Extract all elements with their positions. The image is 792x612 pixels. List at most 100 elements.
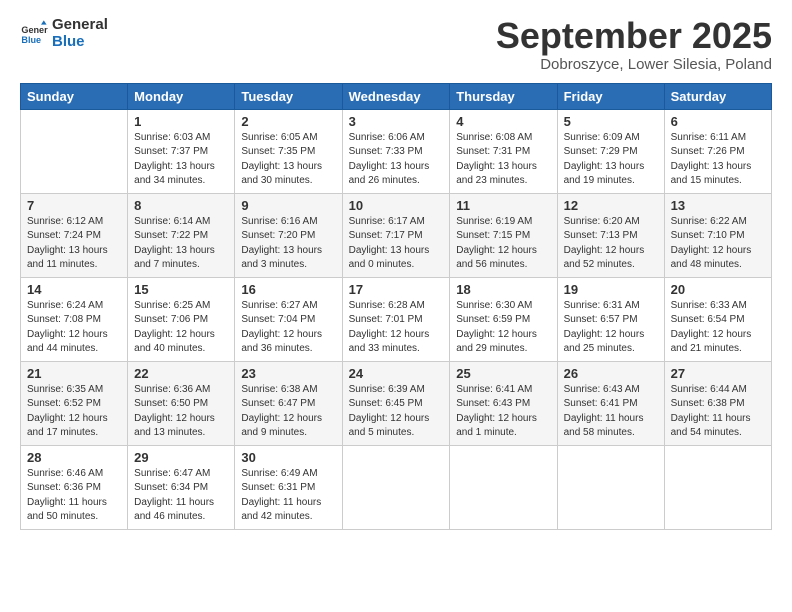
month-title: September 2025	[496, 16, 772, 56]
day-number: 19	[564, 282, 658, 297]
day-info: Sunrise: 6:06 AM Sunset: 7:33 PM Dayligh…	[349, 131, 444, 189]
location-title: Dobroszyce, Lower Silesia, Poland	[496, 56, 772, 73]
calendar-cell: 17 Sunrise: 6:28 AM Sunset: 7:01 PM Dayli…	[342, 277, 450, 361]
day-info: Sunrise: 6:12 AM Sunset: 7:24 PM Dayligh…	[27, 215, 121, 273]
day-info: Sunrise: 6:43 AM Sunset: 6:41 PM Dayligh…	[564, 383, 658, 441]
calendar-cell: 2 Sunrise: 6:05 AM Sunset: 7:35 PM Daylig…	[235, 109, 342, 193]
calendar-cell: 6 Sunrise: 6:11 AM Sunset: 7:26 PM Daylig…	[664, 109, 771, 193]
day-number: 18	[456, 282, 550, 297]
day-number: 16	[241, 282, 335, 297]
day-info: Sunrise: 6:39 AM Sunset: 6:45 PM Dayligh…	[349, 383, 444, 441]
calendar-week-row: 21Sunrise: 6:35 AM Sunset: 6:52 PM Dayli…	[21, 361, 772, 445]
day-info: Sunrise: 6:28 AM Sunset: 7:01 PM Dayligh…	[349, 299, 444, 357]
calendar-cell: 18 Sunrise: 6:30 AM Sunset: 6:59 PM Dayli…	[450, 277, 557, 361]
day-info: Sunrise: 6:11 AM Sunset: 7:26 PM Dayligh…	[671, 131, 765, 189]
day-info: Sunrise: 6:30 AM Sunset: 6:59 PM Dayligh…	[456, 299, 550, 357]
day-number: 5	[564, 114, 658, 129]
calendar-cell: 30Sunrise: 6:49 AM Sunset: 6:31 PM Dayli…	[235, 445, 342, 529]
calendar-cell	[557, 445, 664, 529]
day-info: Sunrise: 6:22 AM Sunset: 7:10 PM Dayligh…	[671, 215, 765, 273]
day-info: Sunrise: 6:38 AM Sunset: 6:47 PM Dayligh…	[241, 383, 335, 441]
calendar-cell: 1 Sunrise: 6:03 AM Sunset: 7:37 PM Daylig…	[128, 109, 235, 193]
day-info: Sunrise: 6:25 AM Sunset: 7:06 PM Dayligh…	[134, 299, 228, 357]
day-number: 14	[27, 282, 121, 297]
day-info: Sunrise: 6:49 AM Sunset: 6:31 PM Dayligh…	[241, 467, 335, 525]
day-number: 23	[241, 366, 335, 381]
calendar-week-row: 7 Sunrise: 6:12 AM Sunset: 7:24 PM Daylig…	[21, 193, 772, 277]
day-number: 1	[134, 114, 228, 129]
calendar-cell: 25 Sunrise: 6:41 AM Sunset: 6:43 PM Dayli…	[450, 361, 557, 445]
calendar-cell	[664, 445, 771, 529]
day-info: Sunrise: 6:36 AM Sunset: 6:50 PM Dayligh…	[134, 383, 228, 441]
day-info: Sunrise: 6:41 AM Sunset: 6:43 PM Dayligh…	[456, 383, 550, 441]
calendar-cell: 10 Sunrise: 6:17 AM Sunset: 7:17 PM Dayli…	[342, 193, 450, 277]
svg-text:Blue: Blue	[21, 35, 41, 45]
day-number: 7	[27, 198, 121, 213]
day-info: Sunrise: 6:24 AM Sunset: 7:08 PM Dayligh…	[27, 299, 121, 357]
day-number: 6	[671, 114, 765, 129]
day-info: Sunrise: 6:08 AM Sunset: 7:31 PM Dayligh…	[456, 131, 550, 189]
day-header-monday: Monday	[128, 83, 235, 109]
day-number: 28	[27, 450, 121, 465]
logo-line2: Blue	[52, 33, 108, 50]
calendar-cell: 22 Sunrise: 6:36 AM Sunset: 6:50 PM Dayli…	[128, 361, 235, 445]
day-number: 22	[134, 366, 228, 381]
calendar-cell: 13 Sunrise: 6:22 AM Sunset: 7:10 PM Dayli…	[664, 193, 771, 277]
calendar-cell: 28 Sunrise: 6:46 AM Sunset: 6:36 PM Dayli…	[21, 445, 128, 529]
calendar-cell: 16 Sunrise: 6:27 AM Sunset: 7:04 PM Dayli…	[235, 277, 342, 361]
calendar-cell	[450, 445, 557, 529]
calendar-cell: 5 Sunrise: 6:09 AM Sunset: 7:29 PM Daylig…	[557, 109, 664, 193]
svg-text:General: General	[21, 25, 48, 35]
day-number: 10	[349, 198, 444, 213]
day-number: 15	[134, 282, 228, 297]
calendar-cell: 7 Sunrise: 6:12 AM Sunset: 7:24 PM Daylig…	[21, 193, 128, 277]
day-number: 26	[564, 366, 658, 381]
day-header-friday: Friday	[557, 83, 664, 109]
calendar-cell: 12Sunrise: 6:20 AM Sunset: 7:13 PM Dayli…	[557, 193, 664, 277]
day-number: 13	[671, 198, 765, 213]
logo-line1: General	[52, 16, 108, 33]
calendar-cell	[342, 445, 450, 529]
day-number: 2	[241, 114, 335, 129]
calendar-cell: 29Sunrise: 6:47 AM Sunset: 6:34 PM Dayli…	[128, 445, 235, 529]
calendar-cell	[21, 109, 128, 193]
calendar-cell: 4 Sunrise: 6:08 AM Sunset: 7:31 PM Daylig…	[450, 109, 557, 193]
title-area: September 2025 Dobroszyce, Lower Silesia…	[496, 16, 772, 73]
day-number: 21	[27, 366, 121, 381]
calendar-week-row: 1 Sunrise: 6:03 AM Sunset: 7:37 PM Daylig…	[21, 109, 772, 193]
day-info: Sunrise: 6:33 AM Sunset: 6:54 PM Dayligh…	[671, 299, 765, 357]
day-number: 17	[349, 282, 444, 297]
calendar-cell: 19 Sunrise: 6:31 AM Sunset: 6:57 PM Dayli…	[557, 277, 664, 361]
day-info: Sunrise: 6:05 AM Sunset: 7:35 PM Dayligh…	[241, 131, 335, 189]
logo: General Blue General Blue	[20, 16, 108, 50]
calendar-week-row: 28 Sunrise: 6:46 AM Sunset: 6:36 PM Dayli…	[21, 445, 772, 529]
day-number: 4	[456, 114, 550, 129]
calendar-cell: 8 Sunrise: 6:14 AM Sunset: 7:22 PM Daylig…	[128, 193, 235, 277]
calendar-cell: 27 Sunrise: 6:44 AM Sunset: 6:38 PM Dayli…	[664, 361, 771, 445]
day-info: Sunrise: 6:14 AM Sunset: 7:22 PM Dayligh…	[134, 215, 228, 273]
day-info: Sunrise: 6:09 AM Sunset: 7:29 PM Dayligh…	[564, 131, 658, 189]
day-number: 8	[134, 198, 228, 213]
day-number: 9	[241, 198, 335, 213]
day-info: Sunrise: 6:44 AM Sunset: 6:38 PM Dayligh…	[671, 383, 765, 441]
day-number: 27	[671, 366, 765, 381]
day-info: Sunrise: 6:31 AM Sunset: 6:57 PM Dayligh…	[564, 299, 658, 357]
calendar-table: SundayMondayTuesdayWednesdayThursdayFrid…	[20, 83, 772, 530]
day-info: Sunrise: 6:27 AM Sunset: 7:04 PM Dayligh…	[241, 299, 335, 357]
day-info: Sunrise: 6:03 AM Sunset: 7:37 PM Dayligh…	[134, 131, 228, 189]
day-info: Sunrise: 6:46 AM Sunset: 6:36 PM Dayligh…	[27, 467, 121, 525]
calendar-header-row: SundayMondayTuesdayWednesdayThursdayFrid…	[21, 83, 772, 109]
day-info: Sunrise: 6:16 AM Sunset: 7:20 PM Dayligh…	[241, 215, 335, 273]
calendar-week-row: 14 Sunrise: 6:24 AM Sunset: 7:08 PM Dayli…	[21, 277, 772, 361]
calendar-cell: 24Sunrise: 6:39 AM Sunset: 6:45 PM Dayli…	[342, 361, 450, 445]
calendar-cell: 20Sunrise: 6:33 AM Sunset: 6:54 PM Dayli…	[664, 277, 771, 361]
logo-icon: General Blue	[20, 19, 48, 47]
calendar-cell: 9 Sunrise: 6:16 AM Sunset: 7:20 PM Daylig…	[235, 193, 342, 277]
header: General Blue General Blue September 2025…	[20, 16, 772, 73]
day-info: Sunrise: 6:20 AM Sunset: 7:13 PM Dayligh…	[564, 215, 658, 273]
calendar-cell: 3Sunrise: 6:06 AM Sunset: 7:33 PM Daylig…	[342, 109, 450, 193]
day-info: Sunrise: 6:17 AM Sunset: 7:17 PM Dayligh…	[349, 215, 444, 273]
day-number: 11	[456, 198, 550, 213]
calendar-cell: 26 Sunrise: 6:43 AM Sunset: 6:41 PM Dayli…	[557, 361, 664, 445]
day-number: 25	[456, 366, 550, 381]
